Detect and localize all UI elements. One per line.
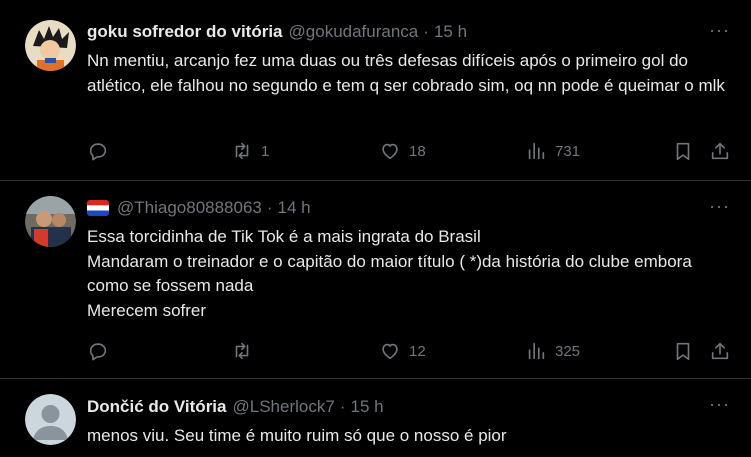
repost-icon xyxy=(235,142,249,160)
share-button[interactable] xyxy=(709,140,731,162)
tweet-header: Dončić do Vitória @LSherlock7 · 15 h xyxy=(87,397,384,417)
views-icon xyxy=(528,342,545,360)
bookmark-icon xyxy=(676,142,690,161)
action-bar: 1 18 731 xyxy=(87,140,737,164)
avatar[interactable] xyxy=(25,196,76,247)
avatar[interactable] xyxy=(25,20,76,71)
views-button[interactable]: 325 xyxy=(525,340,580,362)
like-button[interactable]: 12 xyxy=(379,340,426,362)
like-button[interactable]: 18 xyxy=(379,140,426,162)
tweet-2[interactable]: @Thiago80888063 · 14 h ··· Essa torcidin… xyxy=(0,180,751,379)
view-count: 731 xyxy=(555,142,581,160)
like-count: 12 xyxy=(409,342,426,360)
repost-icon xyxy=(235,342,249,360)
share-icon xyxy=(711,142,729,160)
tweet-text: Essa torcidinha de Tik Tok é a mais ingr… xyxy=(87,225,727,323)
user-handle[interactable]: @Thiago80888063 xyxy=(117,198,262,218)
views-icon xyxy=(528,142,545,160)
more-options-icon[interactable]: ··· xyxy=(709,20,730,41)
user-handle[interactable]: @LSherlock7 xyxy=(233,397,335,417)
timestamp[interactable]: 15 h xyxy=(350,397,383,417)
avatar[interactable] xyxy=(25,394,76,445)
separator-dot: · xyxy=(266,198,273,217)
heart-icon xyxy=(382,343,398,360)
tweet-line: Merecem sofrer xyxy=(87,300,207,320)
reply-button[interactable] xyxy=(87,340,117,362)
display-name[interactable]: goku sofredor do vitória xyxy=(87,22,283,42)
bookmark-button[interactable] xyxy=(672,340,694,362)
tweet-line: Mandaram o treinador e o capitão do maio… xyxy=(87,251,692,296)
tweet-text: Nn mentiu, arcanjo fez uma duas ou três … xyxy=(87,51,725,95)
repost-button[interactable] xyxy=(231,340,261,362)
separator-dot: · xyxy=(339,397,346,416)
bookmark-icon xyxy=(676,342,690,361)
views-button[interactable]: 731 xyxy=(525,140,580,162)
reply-icon xyxy=(89,343,107,361)
bookmark-button[interactable] xyxy=(672,140,694,162)
share-button[interactable] xyxy=(709,340,731,362)
more-options-icon[interactable]: ··· xyxy=(709,196,730,217)
heart-icon xyxy=(382,143,398,160)
user-handle[interactable]: @gokudafuranca xyxy=(289,22,419,42)
share-icon xyxy=(711,342,729,360)
repost-count: 1 xyxy=(261,142,270,160)
reply-button[interactable] xyxy=(87,140,117,162)
display-name[interactable]: Dončić do Vitória xyxy=(87,397,227,417)
tweet-1[interactable]: goku sofredor do vitória @gokudafuranca … xyxy=(0,0,751,181)
repost-button[interactable]: 1 xyxy=(231,140,269,162)
separator-dot: · xyxy=(423,22,429,41)
tweet-line: Essa torcidinha de Tik Tok é a mais ingr… xyxy=(87,227,481,246)
tweet-text: menos viu. Seu time é muito ruim só que … xyxy=(87,426,507,445)
tweet-header: goku sofredor do vitória @gokudafuranca … xyxy=(87,22,467,42)
like-count: 18 xyxy=(409,142,426,160)
more-options-icon[interactable]: ··· xyxy=(709,394,730,415)
flag-icon xyxy=(87,200,109,216)
tweet-3[interactable]: Dončić do Vitória @LSherlock7 · 15 h ···… xyxy=(0,378,751,457)
action-bar: 12 325 xyxy=(87,340,737,364)
tweet-header: @Thiago80888063 · 14 h xyxy=(87,198,311,218)
reply-icon xyxy=(89,143,107,161)
view-count: 325 xyxy=(555,342,581,360)
timestamp[interactable]: 15 h xyxy=(434,22,467,42)
timestamp[interactable]: 14 h xyxy=(278,198,311,218)
